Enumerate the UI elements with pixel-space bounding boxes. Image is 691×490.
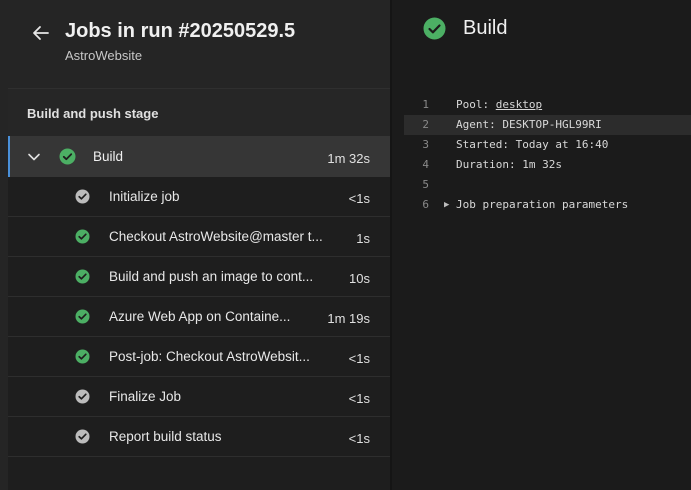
log-line: 1 Pool: desktop: [404, 95, 691, 115]
step-duration: <1s: [348, 351, 370, 366]
log-text: Started: Today at 16:40: [456, 138, 609, 151]
success-check-icon: [75, 269, 90, 289]
line-number: 1: [422, 98, 429, 111]
success-check-icon: [75, 229, 90, 249]
step-row[interactable]: Build and push an image to cont... 10s: [8, 257, 390, 297]
completed-check-icon: [75, 189, 90, 209]
success-check-icon: [75, 349, 90, 369]
job-row-build[interactable]: Build 1m 32s: [8, 136, 390, 177]
stage-header: Build and push stage: [8, 88, 390, 136]
step-label: Build and push an image to cont...: [109, 269, 314, 284]
step-label: Checkout AstroWebsite@master t...: [109, 229, 323, 244]
step-row[interactable]: Finalize Job <1s: [8, 377, 390, 417]
details-title: Build: [463, 17, 508, 39]
log-line: 6 ▶ Job preparation parameters: [404, 195, 691, 215]
step-row[interactable]: Initialize job <1s: [8, 177, 390, 217]
stage-label: Build and push stage: [27, 106, 159, 121]
completed-check-icon: [75, 429, 90, 449]
log-text: Pool: desktop: [456, 95, 542, 115]
success-check-icon: [423, 17, 446, 45]
step-label: Azure Web App on Containe...: [109, 309, 291, 324]
step-row[interactable]: Post-job: Checkout AstroWebsit... <1s: [8, 337, 390, 377]
back-arrow-icon[interactable]: [30, 22, 52, 44]
line-number: 3: [422, 138, 429, 151]
log-line: 3 Started: Today at 16:40: [404, 135, 691, 155]
step-duration: <1s: [348, 391, 370, 406]
log-text[interactable]: Job preparation parameters: [456, 195, 628, 215]
log-line: 5: [404, 175, 691, 195]
line-number: 5: [422, 178, 429, 191]
job-details-panel: Build 1 Pool: desktop 2 Agent: DESKTOP-HGL9…: [392, 0, 691, 490]
step-duration: <1s: [348, 431, 370, 446]
step-label: Initialize job: [109, 189, 180, 204]
pool-label: Pool:: [456, 98, 496, 111]
step-duration: 1s: [356, 231, 370, 246]
left-edge-strip: [0, 0, 8, 490]
log-line: 2 Agent: DESKTOP-HGL99RI: [404, 115, 691, 135]
jobs-header: Jobs in run #20250529.5 AstroWebsite: [8, 0, 390, 88]
line-number: 6: [422, 198, 429, 211]
step-duration: <1s: [348, 191, 370, 206]
completed-check-icon: [75, 389, 90, 409]
expand-triangle-icon[interactable]: ▶: [444, 195, 449, 215]
step-duration: 1m 19s: [327, 311, 370, 326]
step-row[interactable]: Azure Web App on Containe... 1m 19s: [8, 297, 390, 337]
jobs-panel: Jobs in run #20250529.5 AstroWebsite Bui…: [8, 0, 390, 490]
step-duration: 10s: [349, 271, 370, 286]
steps-list: Initialize job <1s Checkout AstroWebsite@m…: [8, 177, 390, 457]
job-duration: 1m 32s: [327, 151, 370, 166]
run-subtitle: AstroWebsite: [65, 48, 143, 63]
step-row[interactable]: Checkout AstroWebsite@master t... 1s: [8, 217, 390, 257]
run-title: Jobs in run #20250529.5: [65, 20, 296, 42]
log-text: Duration: 1m 32s: [456, 158, 562, 171]
step-label: Post-job: Checkout AstroWebsit...: [109, 349, 310, 364]
job-name: Build: [93, 149, 124, 164]
success-check-icon: [59, 148, 76, 170]
pool-link[interactable]: desktop: [496, 98, 542, 111]
log-text: Agent: DESKTOP-HGL99RI: [456, 118, 602, 131]
line-number: 4: [422, 158, 429, 171]
step-label: Finalize Job: [109, 389, 182, 404]
step-label: Report build status: [109, 429, 222, 444]
job-log: 1 Pool: desktop 2 Agent: DESKTOP-HGL99RI 3 St…: [404, 95, 691, 215]
log-line: 4 Duration: 1m 32s: [404, 155, 691, 175]
success-check-icon: [75, 309, 90, 329]
line-number: 2: [422, 118, 429, 131]
chevron-down-icon[interactable]: [27, 150, 41, 164]
step-row[interactable]: Report build status <1s: [8, 417, 390, 457]
